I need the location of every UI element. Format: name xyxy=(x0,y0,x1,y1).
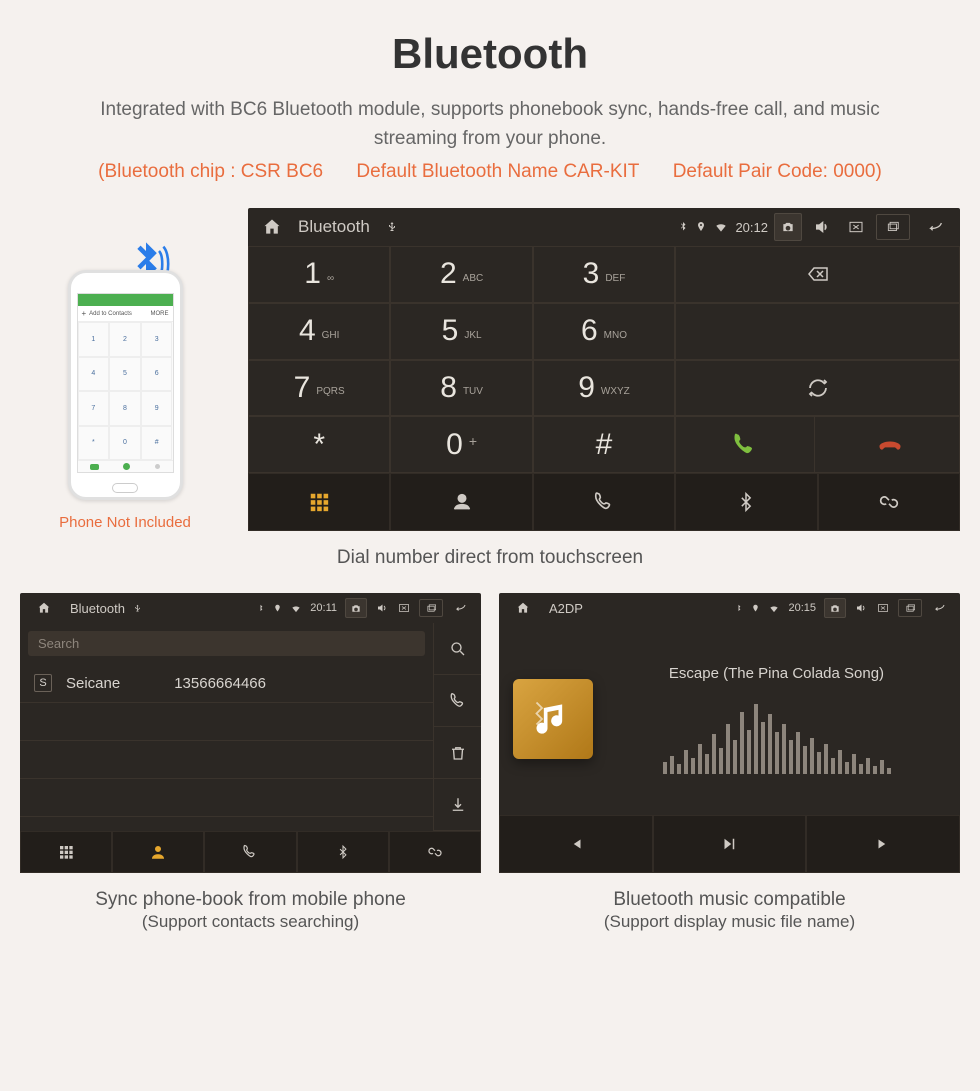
equalizer-icon xyxy=(607,694,946,774)
screenshot-icon[interactable] xyxy=(774,213,802,241)
tab-contacts[interactable] xyxy=(112,831,204,873)
call-button[interactable] xyxy=(676,417,815,472)
location-icon xyxy=(695,220,707,234)
recents-icon[interactable] xyxy=(876,214,910,240)
dialer-caption: Dial number direct from touchscreen xyxy=(20,547,960,569)
home-icon[interactable] xyxy=(30,594,58,622)
tab-bluetooth[interactable] xyxy=(675,473,817,531)
key-hash[interactable]: # xyxy=(533,416,675,473)
screenshot-icon[interactable] xyxy=(824,598,846,618)
app-title: Bluetooth xyxy=(70,601,125,616)
hangup-button[interactable] xyxy=(821,417,959,472)
page-subtitle: Integrated with BC6 Bluetooth module, su… xyxy=(20,96,960,153)
key-9[interactable]: 9WXYZ xyxy=(533,360,675,417)
key-star[interactable]: * xyxy=(248,416,390,473)
key-6[interactable]: 6MNO xyxy=(533,303,675,360)
recents-icon[interactable] xyxy=(419,599,443,617)
wifi-icon xyxy=(768,603,780,614)
tab-history[interactable] xyxy=(204,831,296,873)
close-box-icon[interactable] xyxy=(876,602,890,614)
spec-chip: (Bluetooth chip : CSR BC6 xyxy=(98,161,323,182)
back-icon[interactable] xyxy=(451,602,471,614)
clock-time: 20:11 xyxy=(310,602,337,614)
backspace-button[interactable] xyxy=(675,246,960,303)
key-4[interactable]: 4GHI xyxy=(248,303,390,360)
contact-initial-icon: S xyxy=(34,674,52,692)
album-art xyxy=(513,679,593,759)
dialer-nav-tabs xyxy=(248,473,960,531)
back-icon[interactable] xyxy=(930,602,950,614)
home-icon[interactable] xyxy=(509,594,537,622)
contact-number: 13566664466 xyxy=(174,675,266,692)
contact-row[interactable]: S Seicane 13566664466 xyxy=(20,664,433,703)
contacts-side-actions xyxy=(433,623,481,831)
volume-icon[interactable] xyxy=(854,602,868,614)
prev-button[interactable] xyxy=(499,815,653,873)
key-7[interactable]: 7PQRS xyxy=(248,360,390,417)
key-8[interactable]: 8TUV xyxy=(390,360,532,417)
search-input[interactable]: Search xyxy=(28,631,425,656)
volume-icon[interactable] xyxy=(375,602,389,614)
phone-caption: Phone Not Included xyxy=(20,514,230,531)
search-icon[interactable] xyxy=(434,623,481,675)
app-title: Bluetooth xyxy=(298,217,370,237)
music-screen: A2DP 20:15 xyxy=(499,593,960,957)
wifi-icon xyxy=(713,220,729,234)
page-title: Bluetooth xyxy=(20,30,960,78)
music-caption: Bluetooth music compatible(Support displ… xyxy=(499,889,960,933)
tab-bluetooth[interactable] xyxy=(297,831,389,873)
spec-line: (Bluetooth chip : CSR BC6 Default Blueto… xyxy=(20,161,960,183)
usb-icon xyxy=(378,213,406,241)
home-icon[interactable] xyxy=(258,213,286,241)
contacts-caption: Sync phone-book from mobile phone(Suppor… xyxy=(20,889,481,933)
screenshot-icon[interactable] xyxy=(345,598,367,618)
swap-button[interactable] xyxy=(675,360,960,417)
spec-pair: Default Pair Code: 0000) xyxy=(673,161,882,182)
spec-name: Default Bluetooth Name CAR-KIT xyxy=(356,161,639,182)
tab-contacts[interactable] xyxy=(390,473,532,531)
wifi-icon xyxy=(290,603,302,614)
blank-side xyxy=(675,303,960,360)
call-controls xyxy=(675,416,960,473)
location-icon xyxy=(751,603,760,614)
bluetooth-status-icon xyxy=(734,603,743,614)
key-5[interactable]: 5JKL xyxy=(390,303,532,360)
tab-keypad[interactable] xyxy=(20,831,112,873)
recents-icon[interactable] xyxy=(898,599,922,617)
tab-pair[interactable] xyxy=(389,831,481,873)
app-title: A2DP xyxy=(549,601,583,616)
download-icon[interactable] xyxy=(434,779,481,831)
dial-keypad: 1∞ 2ABC 3DEF 4GHI 5JKL 6MNO 7PQRS 8TUV 9… xyxy=(248,246,960,473)
dialer-screen: Bluetooth 20:12 1∞ 2ABC 3DE xyxy=(248,208,960,531)
location-icon xyxy=(273,603,282,614)
key-3[interactable]: 3DEF xyxy=(533,246,675,303)
tab-pair[interactable] xyxy=(818,473,960,531)
clock-time: 20:12 xyxy=(735,220,768,235)
next-button[interactable] xyxy=(806,815,960,873)
bluetooth-status-icon xyxy=(256,603,265,614)
key-1[interactable]: 1∞ xyxy=(248,246,390,303)
tab-history[interactable] xyxy=(533,473,675,531)
call-contact-icon[interactable] xyxy=(434,675,481,727)
tab-keypad[interactable] xyxy=(248,473,390,531)
clock-time: 20:15 xyxy=(788,602,816,614)
contacts-screen: Bluetooth 20:11 Search xyxy=(20,593,481,957)
close-box-icon[interactable] xyxy=(842,213,870,241)
key-2[interactable]: 2ABC xyxy=(390,246,532,303)
phone-illustration: +Add to ContactsMORE 123 456 789 *0# Pho… xyxy=(20,208,230,531)
close-box-icon[interactable] xyxy=(397,602,411,614)
status-bar: Bluetooth 20:12 xyxy=(248,208,960,246)
contact-name: Seicane xyxy=(66,675,120,692)
bluetooth-status-icon xyxy=(677,220,689,234)
delete-contact-icon[interactable] xyxy=(434,727,481,779)
usb-icon xyxy=(133,603,142,614)
key-0[interactable]: 0+ xyxy=(390,416,532,473)
back-icon[interactable] xyxy=(922,213,950,241)
track-title: Escape (The Pina Colada Song) xyxy=(607,665,946,682)
play-pause-button[interactable] xyxy=(653,815,807,873)
volume-icon[interactable] xyxy=(808,213,836,241)
music-controls xyxy=(499,815,960,873)
